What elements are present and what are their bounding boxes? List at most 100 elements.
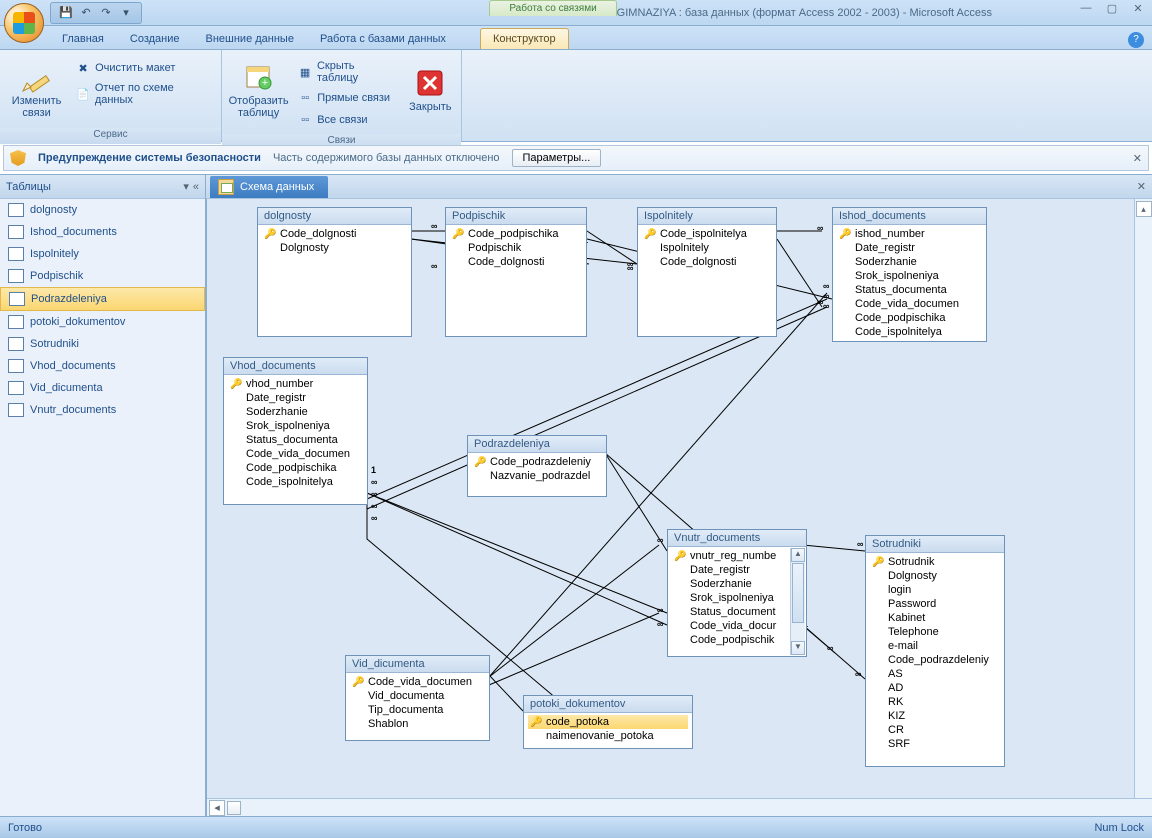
security-options-button[interactable]: Параметры... bbox=[512, 149, 602, 167]
doc-tab-relationships[interactable]: Схема данных bbox=[210, 176, 328, 198]
field-cr[interactable]: CR bbox=[870, 723, 1000, 737]
field-date_registr[interactable]: Date_registr bbox=[228, 391, 363, 405]
field-dolgnosty[interactable]: Dolgnosty bbox=[262, 241, 407, 255]
field-status_documenta[interactable]: Status_documenta bbox=[228, 433, 363, 447]
nav-item-ishod_documents[interactable]: Ishod_documents bbox=[0, 221, 205, 243]
field-podpischik[interactable]: Podpischik bbox=[450, 241, 582, 255]
clear-layout-button[interactable]: ✖Очистить макет bbox=[73, 58, 215, 78]
field-code_ispolnitelya[interactable]: Code_ispolnitelya bbox=[228, 475, 363, 489]
undo-icon[interactable]: ↶ bbox=[79, 6, 93, 20]
table-ispolnitely[interactable]: Ispolnitely 🔑Code_ispolnitelyaIspolnitel… bbox=[637, 207, 777, 337]
field-e-mail[interactable]: e-mail bbox=[870, 639, 1000, 653]
vertical-scrollbar[interactable]: ▴ bbox=[1134, 199, 1152, 816]
field-soderzhanie[interactable]: Soderzhanie bbox=[837, 255, 982, 269]
qat-dropdown-icon[interactable]: ▾ bbox=[119, 6, 133, 20]
minimize-button[interactable]: — bbox=[1078, 2, 1094, 15]
security-close-icon[interactable]: ✕ bbox=[1133, 152, 1142, 165]
field-nazvanie_podrazdel[interactable]: Nazvanie_podrazdel bbox=[472, 469, 602, 483]
table-ishod-documents[interactable]: Ishod_documents 🔑ishod_numberDate_regist… bbox=[832, 207, 987, 342]
field-vhod_number[interactable]: 🔑vhod_number bbox=[228, 377, 363, 391]
field-soderzhanie[interactable]: Soderzhanie bbox=[672, 577, 790, 591]
field-rk[interactable]: RK bbox=[870, 695, 1000, 709]
save-icon[interactable]: 💾 bbox=[59, 6, 73, 20]
nav-item-potoki_dokumentov[interactable]: potoki_dokumentov bbox=[0, 311, 205, 333]
table-sotrudniki[interactable]: Sotrudniki 🔑SotrudnikDolgnostyloginPassw… bbox=[865, 535, 1005, 767]
table-dolgnosty[interactable]: dolgnosty 🔑Code_dolgnostiDolgnosty bbox=[257, 207, 412, 337]
field-kiz[interactable]: KIZ bbox=[870, 709, 1000, 723]
relationship-report-button[interactable]: 📄Отчет по схеме данных bbox=[73, 80, 215, 108]
nav-item-podpischik[interactable]: Podpischik bbox=[0, 265, 205, 287]
field-sotrudnik[interactable]: 🔑Sotrudnik bbox=[870, 555, 1000, 569]
tab-create[interactable]: Создание bbox=[118, 29, 192, 49]
scroll-left-icon[interactable]: ◂ bbox=[209, 800, 225, 816]
nav-item-vnutr_documents[interactable]: Vnutr_documents bbox=[0, 399, 205, 421]
field-srf[interactable]: SRF bbox=[870, 737, 1000, 751]
show-table-button[interactable]: + Отобразить таблицу bbox=[228, 54, 289, 124]
nav-item-vhod_documents[interactable]: Vhod_documents bbox=[0, 355, 205, 377]
field-srok_ispolneniya[interactable]: Srok_ispolneniya bbox=[672, 591, 790, 605]
field-vid_documenta[interactable]: Vid_documenta bbox=[350, 689, 485, 703]
hide-table-button[interactable]: ▦Скрыть таблицу bbox=[295, 58, 399, 86]
field-code_dolgnosti[interactable]: Code_dolgnosti bbox=[450, 255, 582, 269]
field-status_documenta[interactable]: Status_documenta bbox=[837, 283, 982, 297]
field-login[interactable]: login bbox=[870, 583, 1000, 597]
tab-home[interactable]: Главная bbox=[50, 29, 116, 49]
table-potoki-dokumentov[interactable]: potoki_dokumentov 🔑code_potokanaimenovan… bbox=[523, 695, 693, 749]
tab-design[interactable]: Конструктор bbox=[480, 28, 569, 49]
field-ishod_number[interactable]: 🔑ishod_number bbox=[837, 227, 982, 241]
field-vnutr_reg_numbe[interactable]: 🔑vnutr_reg_numbe bbox=[672, 549, 790, 563]
field-code_vida_documen[interactable]: 🔑Code_vida_documen bbox=[350, 675, 485, 689]
table-vhod-documents[interactable]: Vhod_documents 🔑vhod_numberDate_registrS… bbox=[223, 357, 368, 505]
direct-relationships-button[interactable]: ▫▫Прямые связи bbox=[295, 88, 399, 108]
field-code_podrazdeleniy[interactable]: 🔑Code_podrazdeleniy bbox=[472, 455, 602, 469]
doc-tab-close-icon[interactable]: ✕ bbox=[1137, 180, 1146, 193]
field-code_ispolnitelya[interactable]: 🔑Code_ispolnitelya bbox=[642, 227, 772, 241]
office-button[interactable] bbox=[4, 3, 44, 43]
field-srok_ispolneniya[interactable]: Srok_ispolneniya bbox=[228, 419, 363, 433]
field-ispolnitely[interactable]: Ispolnitely bbox=[642, 241, 772, 255]
field-code_podpischika[interactable]: Code_podpischika bbox=[228, 461, 363, 475]
nav-item-podrazdeleniya[interactable]: Podrazdeleniya bbox=[0, 287, 205, 311]
view-toggle-icon[interactable] bbox=[227, 801, 241, 815]
field-status_document[interactable]: Status_document bbox=[672, 605, 790, 619]
field-code_podpischik[interactable]: Code_podpischik bbox=[672, 633, 790, 647]
help-icon[interactable]: ? bbox=[1128, 32, 1144, 48]
field-dolgnosty[interactable]: Dolgnosty bbox=[870, 569, 1000, 583]
restore-button[interactable]: ▢ bbox=[1104, 2, 1120, 15]
scroll-up-icon[interactable]: ▲ bbox=[791, 548, 805, 562]
relationships-canvas[interactable]: 1 ∞ 1 ∞ 1 ∞ 1 ∞ 1 ∞ 1 ∞ 1 ∞ ∞ ∞ ∞ 1 1 ∞ … bbox=[206, 199, 1152, 816]
field-code_vida_documen[interactable]: Code_vida_documen bbox=[837, 297, 982, 311]
field-ad[interactable]: AD bbox=[870, 681, 1000, 695]
nav-collapse-icon[interactable]: « bbox=[193, 181, 199, 193]
tab-database-tools[interactable]: Работа с базами данных bbox=[308, 29, 458, 49]
table-podpischik[interactable]: Podpischik 🔑Code_podpischikaPodpischikCo… bbox=[445, 207, 587, 337]
field-code_dolgnosti[interactable]: 🔑Code_dolgnosti bbox=[262, 227, 407, 241]
redo-icon[interactable]: ↷ bbox=[99, 6, 113, 20]
field-tip_documenta[interactable]: Tip_documenta bbox=[350, 703, 485, 717]
field-date_registr[interactable]: Date_registr bbox=[837, 241, 982, 255]
field-code_podpischika[interactable]: 🔑Code_podpischika bbox=[450, 227, 582, 241]
scroll-thumb[interactable] bbox=[792, 563, 804, 623]
field-code_podrazdeleniy[interactable]: Code_podrazdeleniy bbox=[870, 653, 1000, 667]
field-soderzhanie[interactable]: Soderzhanie bbox=[228, 405, 363, 419]
nav-item-ispolnitely[interactable]: Ispolnitely bbox=[0, 243, 205, 265]
field-naimenovanie_potoka[interactable]: naimenovanie_potoka bbox=[528, 729, 688, 743]
table-vid-dicumenta[interactable]: Vid_dicumenta 🔑Code_vida_documenVid_docu… bbox=[345, 655, 490, 741]
nav-dropdown-icon[interactable]: ▾ bbox=[183, 180, 189, 193]
tab-external-data[interactable]: Внешние данные bbox=[194, 29, 306, 49]
nav-header[interactable]: Таблицы ▾« bbox=[0, 175, 205, 199]
field-code_dolgnosti[interactable]: Code_dolgnosti bbox=[642, 255, 772, 269]
field-code_ispolnitelya[interactable]: Code_ispolnitelya bbox=[837, 325, 982, 339]
field-as[interactable]: AS bbox=[870, 667, 1000, 681]
field-shablon[interactable]: Shablon bbox=[350, 717, 485, 731]
field-code_vida_documen[interactable]: Code_vida_documen bbox=[228, 447, 363, 461]
nav-item-vid_dicumenta[interactable]: Vid_dicumenta bbox=[0, 377, 205, 399]
field-code_potoka[interactable]: 🔑code_potoka bbox=[528, 715, 688, 729]
all-relationships-button[interactable]: ▫▫Все связи bbox=[295, 110, 399, 130]
field-code_podpischika[interactable]: Code_podpischika bbox=[837, 311, 982, 325]
horizontal-scrollbar[interactable]: ◂ bbox=[207, 798, 1152, 816]
close-button[interactable]: Закрыть bbox=[406, 54, 455, 124]
edit-relationships-button[interactable]: Изменить связи bbox=[6, 54, 67, 124]
scroll-up-icon[interactable]: ▴ bbox=[1136, 201, 1152, 217]
field-code_vida_docur[interactable]: Code_vida_docur bbox=[672, 619, 790, 633]
